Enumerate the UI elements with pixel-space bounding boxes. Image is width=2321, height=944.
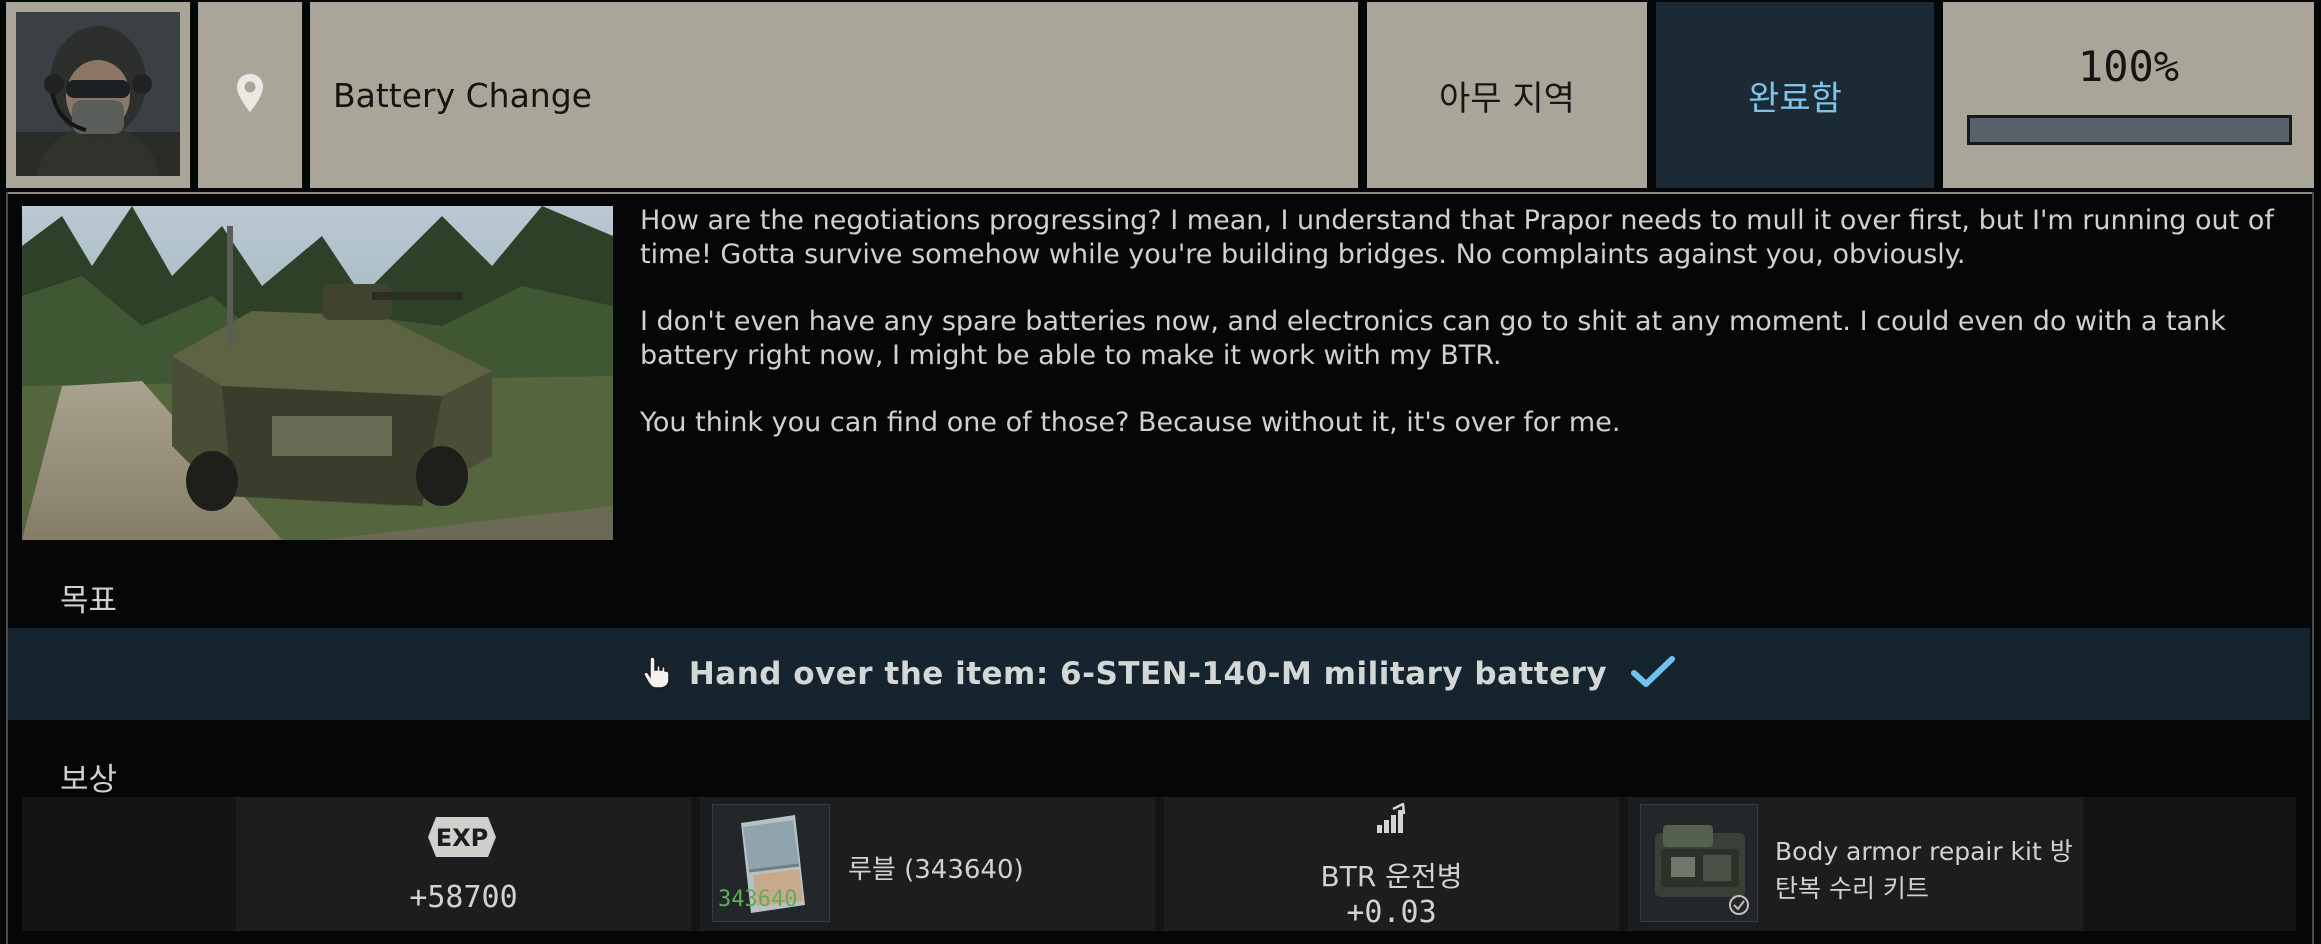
skill-value: +0.03 [1346, 895, 1437, 930]
objectives-heading: 목표 [60, 583, 118, 619]
exp-value: +58700 [409, 880, 518, 915]
objective-row[interactable]: Hand over the item: 6-STEN-140-M militar… [8, 628, 2310, 720]
skill-name: BTR 운전병 [1320, 860, 1463, 893]
progress-bar [1967, 115, 2292, 145]
rouble-label: 루블 (343640) [848, 855, 1024, 885]
location-cell[interactable] [198, 2, 302, 188]
progress-percent: 100% [2077, 42, 2180, 91]
rouble-icon-amount: 343640 [718, 887, 798, 912]
reward-exp[interactable]: EXP +58700 [236, 797, 691, 931]
quest-status-badge: 완료함 [1656, 2, 1934, 188]
quest-description: How are the negotiations progressing? I … [640, 204, 2280, 473]
objective-text: Hand over the item: 6-STEN-140-M militar… [688, 656, 1608, 692]
frame-border-left [6, 192, 8, 944]
divider [6, 192, 2314, 194]
hand-pointer-icon [642, 655, 671, 693]
quest-progress: 100% [1943, 2, 2314, 188]
repair-kit-icon[interactable] [1640, 804, 1758, 922]
quest-image [22, 206, 613, 540]
exp-badge-text: EXP [436, 824, 489, 852]
checkmark-icon [1631, 655, 1676, 693]
trader-avatar[interactable] [16, 12, 180, 176]
exp-icon: EXP [426, 815, 498, 863]
item-name-line1: Body armor repair kit 방 [1775, 837, 2073, 866]
rewards-heading: 보상 [60, 762, 118, 798]
frame-border-right [2312, 192, 2314, 944]
progress-bar-fill [1970, 118, 2289, 142]
quest-title: Battery Change [310, 2, 1358, 188]
skill-up-icon [1375, 802, 1407, 839]
description-paragraph: How are the negotiations progressing? I … [640, 205, 2274, 270]
quest-location: 아무 지역 [1367, 2, 1647, 188]
location-pin-icon [236, 73, 264, 117]
item-name-line2: 탄복 수리 키트 [1775, 874, 1929, 903]
description-paragraph: I don't even have any spare batteries no… [640, 306, 2226, 371]
description-paragraph: You think you can find one of those? Bec… [640, 407, 1621, 438]
